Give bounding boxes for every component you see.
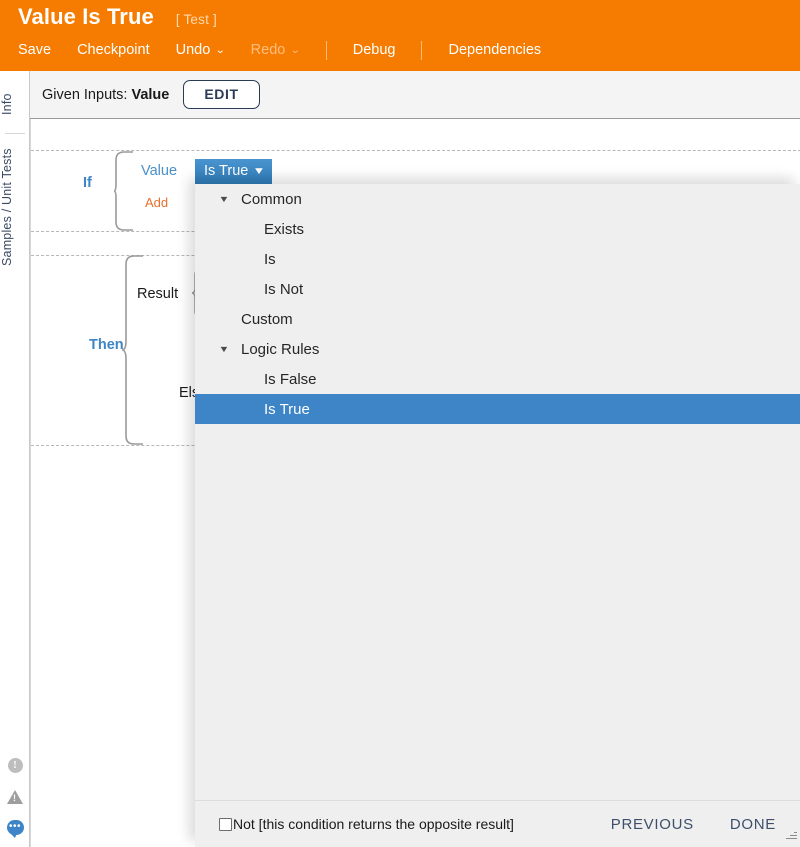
then-label: Then xyxy=(89,337,124,353)
chevron-down-icon: ⌄ xyxy=(290,45,301,56)
panel-footer: Not [this condition returns the opposite… xyxy=(195,800,800,847)
chevron-down-icon: ▼ xyxy=(252,166,266,177)
rail-divider xyxy=(5,133,25,134)
operator-picker-panel: ▼ Common Exists Is Is Not Custom ▼ Logic Rules I… xyxy=(195,184,800,847)
caret-down-icon[interactable]: ▼ xyxy=(217,194,232,204)
menu-item-label: Save xyxy=(18,42,52,58)
tree-item-label: Custom xyxy=(241,310,293,328)
menu-item-undo[interactable]: Undo ⌄ xyxy=(175,42,226,58)
add-condition-link[interactable]: Add xyxy=(145,195,168,210)
menu-item-label: Checkpoint xyxy=(77,42,150,58)
menu-item-checkpoint[interactable]: Checkpoint xyxy=(77,42,150,58)
caret-down-icon[interactable]: ▼ xyxy=(217,344,232,354)
tree-item-label: Common xyxy=(241,190,302,208)
title-row: Value Is True [ Test ] xyxy=(18,4,217,30)
not-label: Not [this condition returns the opposite… xyxy=(233,816,514,832)
edit-button[interactable]: EDIT xyxy=(183,80,260,109)
not-checkbox[interactable] xyxy=(219,817,232,831)
footer-actions: PREVIOUS DONE xyxy=(575,816,776,833)
page-subtitle: [ Test ] xyxy=(175,12,217,27)
condition-operator-chip[interactable]: Is True ▼ xyxy=(195,159,273,184)
tree-item-label: Is xyxy=(264,250,276,268)
tree-item-label: Exists xyxy=(264,220,305,238)
top-bar: Value Is True [ Test ] Save Checkpoint Und… xyxy=(0,0,800,71)
if-brace xyxy=(113,151,133,231)
app-root: Value Is True [ Test ] Save Checkpoint Und… xyxy=(0,0,800,847)
tree-item-label: Is False xyxy=(264,370,317,388)
tree-item-common[interactable]: ▼ Common xyxy=(195,184,800,214)
menu-item-dependencies[interactable]: Dependencies xyxy=(448,42,541,58)
result-label: Result xyxy=(137,286,179,302)
menu-item-label: Dependencies xyxy=(448,42,542,58)
menu-divider xyxy=(421,40,423,60)
tree-item-is[interactable]: Is xyxy=(195,244,800,274)
given-inputs-value: Value xyxy=(131,86,170,103)
operator-tree: ▼ Common Exists Is Is Not Custom ▼ Logic Rules I… xyxy=(195,184,800,424)
previous-button[interactable]: PREVIOUS xyxy=(611,816,694,833)
menu-item-label: Debug xyxy=(352,42,396,58)
left-rail: Info Samples / Unit Tests ! ••• xyxy=(0,71,30,847)
comment-icon-button[interactable]: ••• xyxy=(0,812,30,843)
info-icon: ! xyxy=(7,758,23,773)
tree-item-label: Is Not xyxy=(264,280,304,298)
tree-item-logic-rules[interactable]: ▼ Logic Rules xyxy=(195,334,800,364)
then-brace xyxy=(121,255,143,445)
row-divider-if-top xyxy=(31,150,800,151)
rail-status-icons: ! ••• xyxy=(0,750,30,843)
sidebar-item-samples-unit-tests[interactable]: Samples / Unit Tests xyxy=(0,141,30,273)
if-label: If xyxy=(83,175,92,191)
tree-item-label: Is True xyxy=(264,400,310,418)
warning-icon xyxy=(7,789,23,804)
tree-item-label: Logic Rules xyxy=(241,340,320,358)
resize-grip-icon[interactable] xyxy=(785,832,797,844)
menu-item-redo[interactable]: Redo ⌄ xyxy=(250,42,301,58)
tree-item-custom[interactable]: Custom xyxy=(195,304,800,334)
menu-item-label: Redo xyxy=(250,42,286,58)
menu-item-label: Undo xyxy=(175,42,211,58)
comment-icon: ••• xyxy=(6,820,24,838)
tree-item-is-not[interactable]: Is Not xyxy=(195,274,800,304)
not-option[interactable]: Not [this condition returns the opposite… xyxy=(219,816,514,832)
info-icon-button[interactable]: ! xyxy=(0,750,30,781)
sidebar-item-info[interactable]: Info xyxy=(0,81,30,127)
main-menu: Save Checkpoint Undo ⌄ Redo ⌄ Debug Dependencie… xyxy=(18,39,567,61)
chip-label: Is True xyxy=(204,163,249,179)
menu-item-save[interactable]: Save xyxy=(18,42,51,58)
page-title: Value Is True xyxy=(18,4,154,29)
menu-item-debug[interactable]: Debug xyxy=(353,42,396,58)
given-inputs-bar: Given Inputs: Value EDIT xyxy=(30,71,800,119)
warning-icon-button[interactable] xyxy=(0,781,30,812)
given-inputs-label: Given Inputs: Value xyxy=(42,87,169,103)
chevron-down-icon: ⌄ xyxy=(215,45,226,56)
given-inputs-prefix: Given Inputs: xyxy=(42,86,132,103)
tree-item-is-false[interactable]: Is False xyxy=(195,364,800,394)
condition-field-label: Value xyxy=(141,163,178,179)
done-button[interactable]: DONE xyxy=(730,816,776,833)
tree-item-exists[interactable]: Exists xyxy=(195,214,800,244)
menu-divider xyxy=(325,40,327,60)
tree-item-is-true[interactable]: Is True xyxy=(195,394,800,424)
